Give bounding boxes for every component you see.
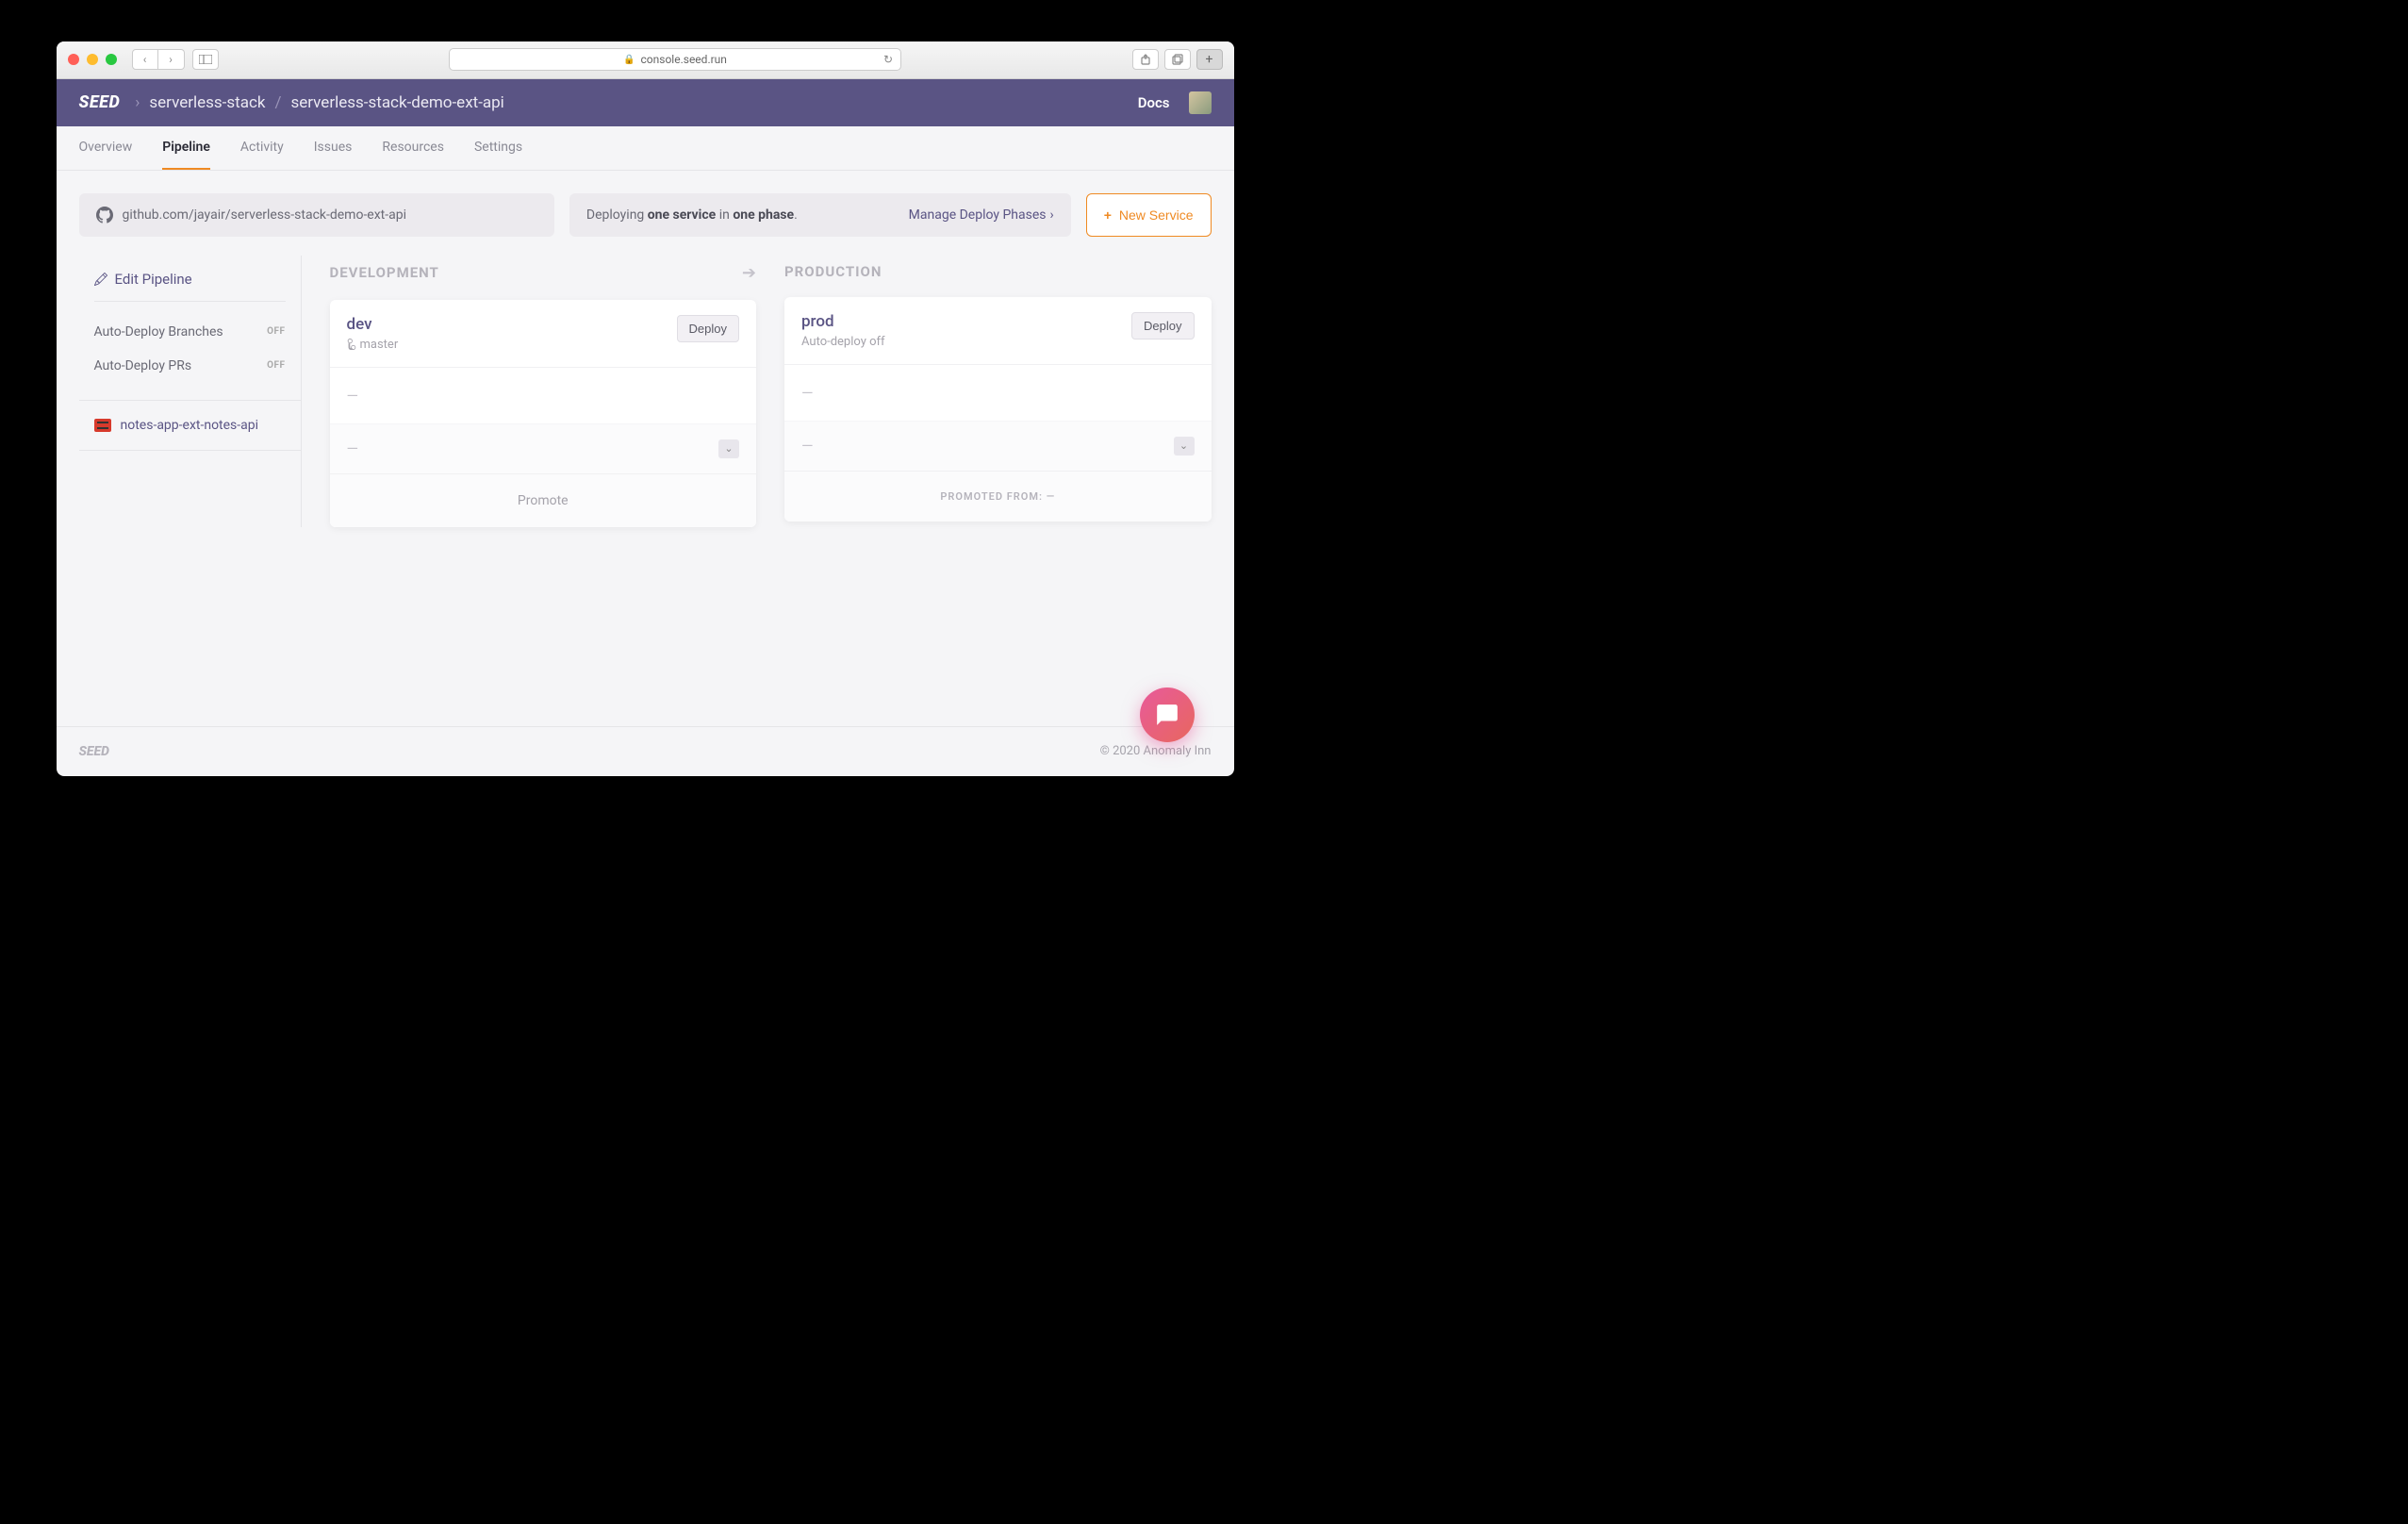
breadcrumb: › serverless-stack / serverless-stack-de… [135, 93, 504, 112]
tab-activity[interactable]: Activity [240, 126, 284, 170]
refresh-icon[interactable]: ↻ [883, 53, 893, 66]
pencil-icon [94, 273, 107, 286]
docs-link[interactable]: Docs [1138, 94, 1170, 111]
expand-button[interactable]: ⌄ [1174, 437, 1195, 456]
deploy-info-box: Deploying one service in one phase. Mana… [569, 193, 1071, 237]
auto-deploy-branches-toggle[interactable]: Auto-Deploy Branches OFF [94, 315, 286, 349]
off-badge: OFF [267, 360, 285, 371]
tabs: Overview Pipeline Activity Issues Resour… [57, 126, 1234, 171]
copyright: © 2020 Anomaly Inn [1100, 744, 1212, 758]
breadcrumb-org[interactable]: serverless-stack [149, 93, 265, 112]
chevron-down-icon: ⌄ [724, 442, 733, 455]
minimize-window-icon[interactable] [87, 54, 98, 65]
chat-button[interactable] [1140, 687, 1195, 742]
url-bar[interactable]: 🔒 console.seed.run ↻ [449, 48, 901, 71]
chat-icon [1155, 703, 1179, 727]
url-text: console.seed.run [641, 53, 727, 66]
stage-development: DEVELOPMENT ➔ dev master [330, 263, 757, 527]
footer: SEED © 2020 Anomaly Inn [57, 726, 1234, 776]
arrow-right-icon: ➔ [742, 263, 756, 283]
env-body: — [784, 365, 1212, 421]
promoted-from-label: PROMOTED FROM: — [784, 471, 1212, 522]
chevron-right-icon: › [135, 93, 140, 112]
repo-url: github.com/jayair/serverless-stack-demo-… [123, 207, 407, 223]
stage-label: DEVELOPMENT [330, 264, 439, 281]
sidebar-toggle-button[interactable] [192, 49, 219, 70]
env-title[interactable]: dev [347, 315, 399, 334]
env-section: — ⌄ [784, 421, 1212, 471]
deploy-text: Deploying one service in one phase. [586, 207, 798, 223]
promote-button[interactable]: Promote [330, 473, 757, 527]
expand-button[interactable]: ⌄ [718, 439, 739, 458]
github-icon [96, 207, 113, 224]
close-window-icon[interactable] [68, 54, 79, 65]
new-tab-button[interactable]: + [1196, 49, 1223, 70]
chevron-down-icon: ⌄ [1179, 439, 1188, 452]
stage-label: PRODUCTION [784, 263, 882, 280]
branch-icon [347, 339, 356, 350]
tab-settings[interactable]: Settings [474, 126, 522, 170]
share-button[interactable] [1132, 49, 1159, 70]
auto-deploy-prs-toggle[interactable]: Auto-Deploy PRs OFF [94, 349, 286, 383]
off-badge: OFF [267, 326, 285, 337]
logo[interactable]: SEED [79, 92, 121, 112]
env-section: — ⌄ [330, 423, 757, 473]
nav-group: ‹ › [132, 49, 185, 70]
env-branch: master [347, 338, 399, 352]
back-button[interactable]: ‹ [132, 49, 158, 70]
breadcrumb-project[interactable]: serverless-stack-demo-ext-api [290, 93, 503, 112]
manage-deploy-phases-link[interactable]: Manage Deploy Phases › [909, 207, 1054, 223]
deploy-button[interactable]: Deploy [677, 315, 739, 342]
breadcrumb-separator: / [274, 93, 281, 112]
footer-logo[interactable]: SEED [79, 744, 109, 759]
env-subtitle: Auto-deploy off [801, 335, 885, 349]
browser-window: ‹ › 🔒 console.seed.run ↻ + SEED › server… [57, 41, 1234, 776]
main-grid: Edit Pipeline Auto-Deploy Branches OFF A… [79, 256, 1212, 527]
tabs-button[interactable] [1164, 49, 1191, 70]
tab-pipeline[interactable]: Pipeline [162, 126, 210, 170]
app-header: SEED › serverless-stack / serverless-sta… [57, 79, 1234, 126]
browser-chrome: ‹ › 🔒 console.seed.run ↻ + [57, 41, 1234, 79]
info-row: github.com/jayair/serverless-stack-demo-… [79, 193, 1212, 237]
env-title[interactable]: prod [801, 312, 885, 331]
chevron-right-icon: › [1050, 207, 1054, 223]
repo-box[interactable]: github.com/jayair/serverless-stack-demo-… [79, 193, 554, 237]
new-service-button[interactable]: + New Service [1086, 193, 1212, 237]
service-item[interactable]: notes-app-ext-notes-api [79, 401, 301, 451]
edit-pipeline-link[interactable]: Edit Pipeline [94, 271, 286, 302]
stage-production: PRODUCTION prod Auto-deploy off Deploy — [784, 263, 1212, 527]
content: github.com/jayair/serverless-stack-demo-… [57, 171, 1234, 726]
env-body: — [330, 368, 757, 423]
forward-button[interactable]: › [158, 49, 185, 70]
pipeline-sidebar: Edit Pipeline Auto-Deploy Branches OFF A… [79, 256, 302, 527]
serverless-icon [94, 419, 111, 432]
tab-issues[interactable]: Issues [314, 126, 353, 170]
maximize-window-icon[interactable] [106, 54, 117, 65]
avatar[interactable] [1189, 91, 1212, 114]
traffic-lights [68, 54, 117, 65]
lock-icon: 🔒 [623, 55, 635, 65]
tab-overview[interactable]: Overview [79, 126, 133, 170]
env-card-prod: prod Auto-deploy off Deploy — — ⌄ [784, 297, 1212, 522]
tab-resources[interactable]: Resources [382, 126, 444, 170]
plus-icon: + [1104, 207, 1112, 223]
env-card-dev: dev master Deploy — [330, 300, 757, 527]
deploy-button[interactable]: Deploy [1131, 312, 1194, 340]
stages: DEVELOPMENT ➔ dev master [302, 256, 1212, 527]
